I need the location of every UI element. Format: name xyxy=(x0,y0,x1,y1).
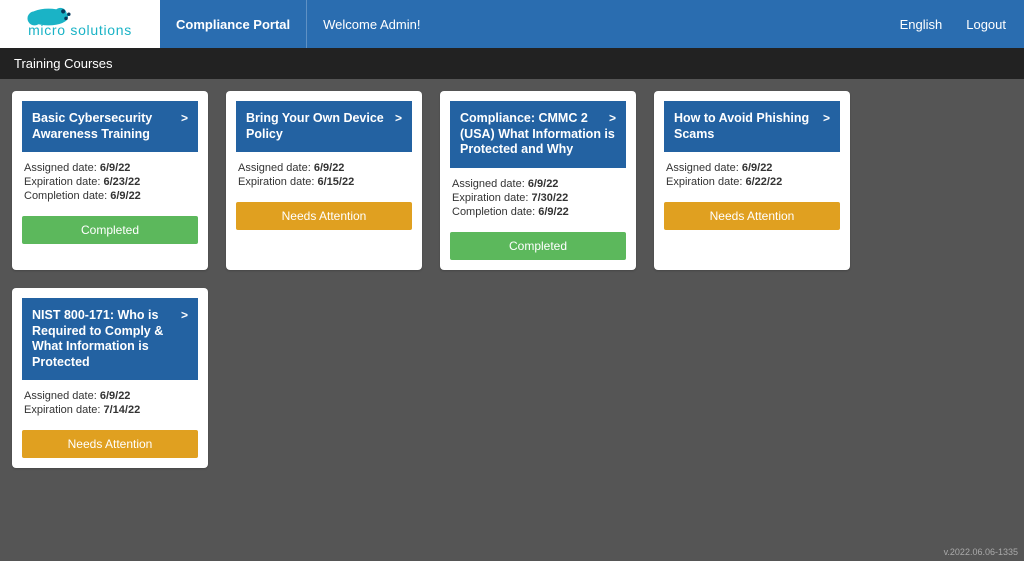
course-meta-value: 6/9/22 xyxy=(110,190,141,202)
welcome-message: Welcome Admin! xyxy=(307,0,436,48)
course-meta-value: 7/14/22 xyxy=(104,404,141,416)
course-meta-label: Assigned date: xyxy=(24,390,100,402)
header-spacer xyxy=(436,0,881,48)
course-card-header[interactable]: Basic Cybersecurity Awareness Training > xyxy=(22,101,198,152)
course-meta-row: Assigned date: 6/9/22 xyxy=(24,390,196,402)
section-title-bar: Training Courses xyxy=(0,48,1024,79)
course-card: Basic Cybersecurity Awareness Training > A… xyxy=(12,91,208,270)
course-card: NIST 800-171: Who is Required to Comply … xyxy=(12,288,208,469)
course-card-body: Assigned date: 6/9/22 Expiration date: 6/… xyxy=(22,152,198,210)
course-card-body: Assigned date: 6/9/22 Expiration date: 7/… xyxy=(450,168,626,226)
course-title: NIST 800-171: Who is Required to Comply … xyxy=(32,308,163,369)
chevron-right-icon: > xyxy=(823,111,830,126)
course-meta-label: Assigned date: xyxy=(452,178,528,190)
course-meta-row: Assigned date: 6/9/22 xyxy=(24,162,196,174)
portal-title-label: Compliance Portal xyxy=(176,17,290,32)
status-completed-button[interactable]: Completed xyxy=(450,232,626,260)
course-meta-row: Completion date: 6/9/22 xyxy=(452,206,624,218)
course-title: Bring Your Own Device Policy xyxy=(246,111,384,141)
course-meta-row: Expiration date: 6/15/22 xyxy=(238,176,410,188)
course-meta-label: Expiration date: xyxy=(24,404,104,416)
footer-version: v.2022.06.06-1335 xyxy=(944,547,1018,557)
course-card-header[interactable]: Bring Your Own Device Policy > xyxy=(236,101,412,152)
chevron-right-icon: > xyxy=(181,111,188,126)
course-card: Compliance: CMMC 2 (USA) What Informatio… xyxy=(440,91,636,270)
chevron-right-icon: > xyxy=(181,308,188,323)
course-card: Bring Your Own Device Policy > Assigned da… xyxy=(226,91,422,270)
logout-link[interactable]: Logout xyxy=(966,17,1006,32)
course-meta-label: Expiration date: xyxy=(238,176,318,188)
course-title: Compliance: CMMC 2 (USA) What Informatio… xyxy=(460,111,615,156)
svg-text:micro solutions: micro solutions xyxy=(28,22,132,38)
course-card-header[interactable]: Compliance: CMMC 2 (USA) What Informatio… xyxy=(450,101,626,168)
course-meta-value: 6/9/22 xyxy=(100,390,131,402)
app-header: micro solutions Compliance Portal Welcom… xyxy=(0,0,1024,48)
course-card-header[interactable]: NIST 800-171: Who is Required to Comply … xyxy=(22,298,198,381)
language-select[interactable]: English xyxy=(900,17,943,32)
course-meta-value: 6/22/22 xyxy=(746,176,783,188)
course-meta-value: 7/30/22 xyxy=(532,192,569,204)
course-meta-label: Assigned date: xyxy=(24,162,100,174)
course-meta-label: Assigned date: xyxy=(238,162,314,174)
course-meta-row: Assigned date: 6/9/22 xyxy=(666,162,838,174)
chevron-right-icon: > xyxy=(395,111,402,126)
header-right: English Logout xyxy=(882,0,1024,48)
course-meta-label: Completion date: xyxy=(452,206,538,218)
status-needs-attention-button[interactable]: Needs Attention xyxy=(22,430,198,458)
status-needs-attention-button[interactable]: Needs Attention xyxy=(664,202,840,230)
course-meta-row: Expiration date: 7/14/22 xyxy=(24,404,196,416)
course-meta-row: Assigned date: 6/9/22 xyxy=(238,162,410,174)
course-title: Basic Cybersecurity Awareness Training xyxy=(32,111,152,141)
status-completed-button[interactable]: Completed xyxy=(22,216,198,244)
course-card-body: Assigned date: 6/9/22 Expiration date: 6/… xyxy=(664,152,840,196)
course-meta-value: 6/23/22 xyxy=(104,176,141,188)
course-meta-label: Expiration date: xyxy=(24,176,104,188)
course-card: How to Avoid Phishing Scams > Assigned dat… xyxy=(654,91,850,270)
status-needs-attention-button[interactable]: Needs Attention xyxy=(236,202,412,230)
course-meta-label: Completion date: xyxy=(24,190,110,202)
course-meta-value: 6/9/22 xyxy=(528,178,559,190)
portal-title[interactable]: Compliance Portal xyxy=(160,0,307,48)
welcome-label: Welcome Admin! xyxy=(323,17,420,32)
course-meta-row: Assigned date: 6/9/22 xyxy=(452,178,624,190)
course-meta-value: 6/9/22 xyxy=(314,162,345,174)
section-title: Training Courses xyxy=(14,56,113,71)
brand-logo-svg: micro solutions xyxy=(10,4,150,44)
chevron-right-icon: > xyxy=(609,111,616,126)
course-meta-row: Expiration date: 7/30/22 xyxy=(452,192,624,204)
course-meta-row: Expiration date: 6/23/22 xyxy=(24,176,196,188)
course-meta-row: Completion date: 6/9/22 xyxy=(24,190,196,202)
course-title: How to Avoid Phishing Scams xyxy=(674,111,809,141)
course-meta-value: 6/15/22 xyxy=(318,176,355,188)
course-meta-label: Expiration date: xyxy=(666,176,746,188)
brand-logo[interactable]: micro solutions xyxy=(0,0,160,48)
course-meta-label: Expiration date: xyxy=(452,192,532,204)
course-card-header[interactable]: How to Avoid Phishing Scams > xyxy=(664,101,840,152)
course-meta-value: 6/9/22 xyxy=(100,162,131,174)
course-card-body: Assigned date: 6/9/22 Expiration date: 7/… xyxy=(22,380,198,424)
course-meta-value: 6/9/22 xyxy=(742,162,773,174)
course-meta-label: Assigned date: xyxy=(666,162,742,174)
course-meta-row: Expiration date: 6/22/22 xyxy=(666,176,838,188)
course-meta-value: 6/9/22 xyxy=(538,206,569,218)
course-card-body: Assigned date: 6/9/22 Expiration date: 6/… xyxy=(236,152,412,196)
courses-grid: Basic Cybersecurity Awareness Training > A… xyxy=(0,79,1024,480)
